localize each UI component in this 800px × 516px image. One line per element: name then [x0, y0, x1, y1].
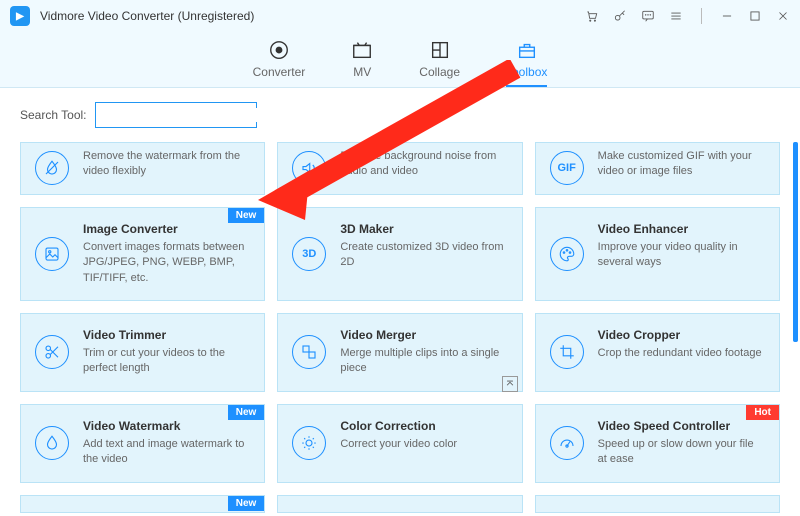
- scroll-to-top-button[interactable]: [502, 376, 518, 392]
- tool-video-trimmer[interactable]: Video Trimmer Trim or cut your videos to…: [20, 313, 265, 392]
- tool-desc: Add text and image watermark to the vide…: [83, 437, 250, 468]
- tool-video-watermark[interactable]: New Video Watermark Add text and image w…: [20, 404, 265, 483]
- tab-label: MV: [353, 65, 371, 79]
- tool-partial[interactable]: New: [20, 495, 265, 513]
- search-input[interactable]: [102, 108, 257, 122]
- tool-desc: Improve your video quality in several wa…: [598, 240, 765, 271]
- tool-title: 3D Maker: [340, 222, 507, 236]
- droplet-icon: [35, 426, 69, 460]
- menu-icon[interactable]: [669, 9, 683, 23]
- app-title: Vidmore Video Converter (Unregistered): [40, 9, 254, 23]
- tool-video-speed[interactable]: Hot Video Speed Controller Speed up or s…: [535, 404, 780, 483]
- tool-title: Video Cropper: [598, 328, 765, 342]
- tool-title: Video Watermark: [83, 419, 250, 433]
- tool-desc: Crop the redundant video footage: [598, 346, 765, 361]
- tool-title: Image Converter: [83, 222, 250, 236]
- tool-grid-container: Remove the watermark from the video flex…: [0, 142, 800, 516]
- tool-title: Video Trimmer: [83, 328, 250, 342]
- tool-desc: Remove the watermark from the video flex…: [83, 149, 250, 180]
- tab-collage[interactable]: Collage: [419, 39, 460, 87]
- search-box[interactable]: [95, 102, 257, 128]
- tool-gif-maker[interactable]: GIF Make customized GIF with your video …: [535, 142, 780, 195]
- tool-video-cropper[interactable]: Video Cropper Crop the redundant video f…: [535, 313, 780, 392]
- tool-watermark-remover[interactable]: Remove the watermark from the video flex…: [20, 142, 265, 195]
- badge-new: New: [228, 208, 265, 223]
- tool-desc: Speed up or slow down your file at ease: [598, 437, 765, 468]
- badge-new: New: [228, 405, 265, 420]
- badge-new: New: [228, 496, 265, 511]
- maximize-icon[interactable]: [748, 9, 762, 23]
- badge-hot: Hot: [746, 405, 779, 420]
- tool-image-converter[interactable]: New Image Converter Convert images forma…: [20, 207, 265, 301]
- sun-icon: [292, 426, 326, 460]
- tool-desc: Correct your video color: [340, 437, 507, 452]
- three-d-icon: 3D: [292, 237, 326, 271]
- main-tabs: Converter MV Collage Toolbox: [0, 32, 800, 88]
- audio-icon: [292, 151, 326, 185]
- tool-title: Video Merger: [340, 328, 507, 342]
- tool-partial[interactable]: [535, 495, 780, 513]
- tool-desc: Trim or cut your videos to the perfect l…: [83, 346, 250, 377]
- feedback-icon[interactable]: [641, 9, 655, 23]
- tab-mv[interactable]: MV: [351, 39, 373, 87]
- tab-toolbox[interactable]: Toolbox: [506, 39, 547, 87]
- gif-icon: GIF: [550, 151, 584, 185]
- close-icon[interactable]: [776, 9, 790, 23]
- scrollbar-thumb[interactable]: [793, 142, 798, 342]
- tool-partial[interactable]: [277, 495, 522, 513]
- tool-title: Video Enhancer: [598, 222, 765, 236]
- tool-desc: Create customized 3D video from 2D: [340, 240, 507, 271]
- tool-video-enhancer[interactable]: Video Enhancer Improve your video qualit…: [535, 207, 780, 301]
- scissors-icon: [35, 335, 69, 369]
- key-icon[interactable]: [613, 9, 627, 23]
- image-icon: [35, 237, 69, 271]
- merge-icon: [292, 335, 326, 369]
- search-row: Search Tool:: [0, 88, 800, 142]
- tool-3d-maker[interactable]: 3D 3D Maker Create customized 3D video f…: [277, 207, 522, 301]
- tab-label: Collage: [419, 65, 460, 79]
- tool-desc: Make customized GIF with your video or i…: [598, 149, 765, 180]
- crop-icon: [550, 335, 584, 369]
- titlebar: ▶ Vidmore Video Converter (Unregistered): [0, 0, 800, 32]
- palette-icon: [550, 237, 584, 271]
- tool-grid: Remove the watermark from the video flex…: [20, 142, 780, 513]
- app-logo: ▶: [10, 6, 30, 26]
- search-label: Search Tool:: [20, 108, 87, 122]
- tab-label: Toolbox: [506, 65, 547, 79]
- tool-title: Color Correction: [340, 419, 507, 433]
- tool-noise-remover[interactable]: Remove background noise from audio and v…: [277, 142, 522, 195]
- tab-converter[interactable]: Converter: [253, 39, 306, 87]
- tool-desc: Convert images formats between JPG/JPEG,…: [83, 240, 250, 286]
- droplet-strike-icon: [35, 151, 69, 185]
- cart-icon[interactable]: [585, 9, 599, 23]
- gauge-icon: [550, 426, 584, 460]
- tab-label: Converter: [253, 65, 306, 79]
- minimize-icon[interactable]: [720, 9, 734, 23]
- tool-color-correction[interactable]: Color Correction Correct your video colo…: [277, 404, 522, 483]
- tool-video-merger[interactable]: Video Merger Merge multiple clips into a…: [277, 313, 522, 392]
- tool-title: Video Speed Controller: [598, 419, 765, 433]
- tool-desc: Remove background noise from audio and v…: [340, 149, 507, 180]
- tool-desc: Merge multiple clips into a single piece: [340, 346, 507, 377]
